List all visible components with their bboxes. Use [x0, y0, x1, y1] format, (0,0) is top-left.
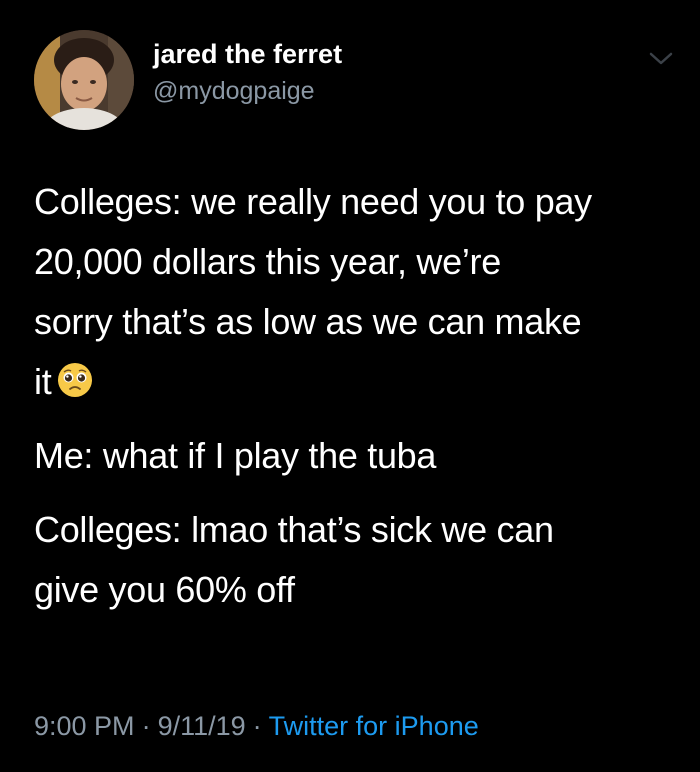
tweet-paragraph: Me: what if I play the tuba: [34, 426, 674, 486]
avatar[interactable]: [34, 30, 134, 130]
tweet-card: jared the ferret @mydogpaige Colleges: w…: [0, 0, 700, 772]
tweet-line: 20,000 dollars this year, we’re: [34, 241, 501, 282]
author-handle[interactable]: @mydogpaige: [153, 75, 342, 107]
tweet-line: Colleges: we really need you to pay: [34, 181, 592, 222]
tweet-date[interactable]: 9/11/19: [158, 711, 246, 741]
tweet-line-text: it: [34, 361, 52, 402]
meta-separator: ·: [141, 711, 151, 741]
tweet-line-with-emoji: it: [34, 352, 674, 412]
tweet-header: jared the ferret @mydogpaige: [34, 30, 674, 130]
tweet-line: Colleges: lmao that’s sick we can: [34, 509, 554, 550]
tweet-line: Me: what if I play the tuba: [34, 435, 437, 476]
author-block[interactable]: jared the ferret @mydogpaige: [153, 37, 342, 107]
chevron-down-icon[interactable]: [648, 50, 674, 68]
meta-separator: ·: [252, 711, 262, 741]
tweet-time[interactable]: 9:00 PM: [34, 711, 135, 741]
tweet-paragraph: Colleges: we really need you to pay 20,0…: [34, 172, 674, 412]
author-display-name[interactable]: jared the ferret: [153, 37, 342, 71]
tweet-source-link[interactable]: Twitter for iPhone: [269, 711, 479, 741]
tweet-paragraph: Colleges: lmao that’s sick we can give y…: [34, 500, 674, 620]
tweet-line: give you 60% off: [34, 569, 295, 610]
tweet-line: sorry that’s as low as we can make: [34, 301, 582, 342]
tweet-text: Colleges: we really need you to pay 20,0…: [34, 172, 674, 620]
tweet-metadata: 9:00 PM · 9/11/19 · Twitter for iPhone: [34, 708, 479, 744]
avatar-image: [34, 30, 134, 130]
pleading-face-emoji: [58, 363, 93, 397]
